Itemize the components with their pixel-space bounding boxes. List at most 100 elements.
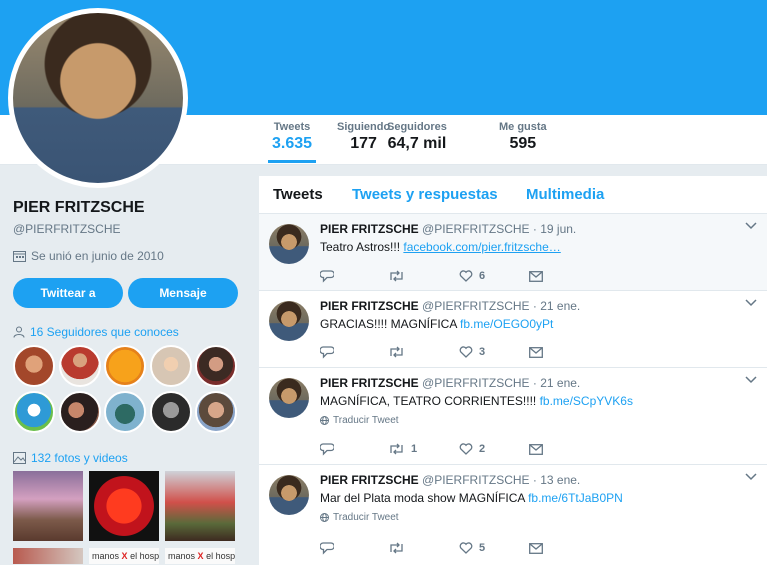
stat-following[interactable]: Siguiendo 177 [337, 121, 390, 153]
tweet-date[interactable]: · 13 ene. [533, 473, 580, 487]
tweet-avatar[interactable] [269, 224, 309, 264]
stat-tweets[interactable]: Tweets 3.635 [267, 121, 317, 163]
reply-icon [320, 442, 334, 456]
stat-label: Siguiendo [337, 121, 391, 133]
follower-avatar[interactable] [195, 391, 237, 433]
tab-tweets[interactable]: Tweets [273, 186, 323, 203]
message-button[interactable]: Mensaje [128, 278, 238, 308]
tweet-avatar[interactable] [269, 378, 309, 418]
tweet-body: GRACIAS!!!! MAGNÍFICA [320, 317, 461, 331]
like-button[interactable]: 2 [459, 443, 485, 455]
tweet-author-handle[interactable]: @PIERFRITZSCHE [422, 222, 530, 236]
tweet-author-name[interactable]: PIER FRITZSCHE [320, 299, 419, 313]
chevron-down-icon[interactable] [745, 473, 757, 481]
translate-tweet-label[interactable]: Traducir Tweet [333, 415, 399, 426]
tweet-author-name[interactable]: PIER FRITZSCHE [320, 222, 419, 236]
chevron-down-icon[interactable] [745, 299, 757, 307]
followers-you-know-link[interactable]: 16 Seguidores que conoces [30, 325, 179, 339]
retweet-button[interactable] [388, 346, 411, 358]
tab-tweets-and-replies[interactable]: Tweets y respuestas [352, 186, 498, 203]
like-button[interactable]: 3 [459, 346, 485, 358]
media-thumbnail[interactable] [13, 548, 83, 564]
follower-avatar[interactable] [104, 345, 146, 387]
tweet-link[interactable]: fb.me/6TtJaB0PN [528, 491, 623, 505]
followers-you-know[interactable]: 16 Seguidores que conoces [13, 325, 179, 339]
tweet-author-handle[interactable]: @PIERFRITZSCHE [422, 299, 530, 313]
tweet-author-handle[interactable]: @PIERFRITZSCHE [422, 376, 530, 390]
globe-icon [320, 416, 329, 425]
thumbnail-caption: el hosp [206, 551, 235, 561]
direct-message-button[interactable] [529, 443, 543, 455]
tweet-header: PIER FRITZSCHE @PIERFRITZSCHE · 21 ene. [320, 376, 580, 390]
chevron-down-icon[interactable] [745, 222, 757, 230]
follower-avatar[interactable] [104, 391, 146, 433]
tweet[interactable]: PIER FRITZSCHE @PIERFRITZSCHE · 19 jun. … [259, 214, 767, 291]
tweet-date[interactable]: · 21 ene. [533, 299, 580, 313]
retweet-button[interactable] [388, 542, 411, 554]
timeline-tabs: Tweets Tweets y respuestas Multimedia [259, 176, 767, 214]
media-thumbnail[interactable] [13, 471, 83, 541]
profile-handle[interactable]: @PIERFRITZSCHE [13, 222, 121, 236]
stat-followers[interactable]: Seguidores 64,7 mil [387, 121, 447, 153]
profile-avatar[interactable] [8, 8, 188, 188]
like-button[interactable]: 6 [459, 270, 485, 282]
reply-button[interactable] [320, 345, 334, 359]
tweet-text: MAGNÍFICA, TEATRO CORRIENTES!!!! fb.me/S… [320, 394, 633, 408]
profile-name[interactable]: PIER FRITZSCHE [13, 199, 145, 217]
tweet[interactable]: PIER FRITZSCHE @PIERFRITZSCHE · 21 ene. … [259, 368, 767, 465]
like-count: 3 [479, 346, 486, 358]
tweet-link[interactable]: fb.me/SCpYVK6s [540, 394, 633, 408]
tweet-link[interactable]: facebook.com/pier.fritzsche… [403, 240, 560, 254]
like-count: 6 [479, 270, 486, 282]
tweet-author-name[interactable]: PIER FRITZSCHE [320, 473, 419, 487]
media-thumbnail[interactable]: manos X el hosp [165, 548, 235, 564]
translate-tweet[interactable]: Traducir Tweet [320, 512, 399, 523]
stat-value: 64,7 mil [387, 135, 447, 152]
media-thumbnail[interactable]: manos X el hosp [89, 548, 159, 564]
like-button[interactable]: 5 [459, 542, 485, 554]
tweet-author-handle[interactable]: @PIERFRITZSCHE [422, 473, 530, 487]
follower-avatar[interactable] [13, 391, 55, 433]
translate-tweet-label[interactable]: Traducir Tweet [333, 512, 399, 523]
retweet-button[interactable] [388, 270, 411, 282]
media-thumbnail[interactable] [89, 471, 159, 541]
tweet[interactable]: PIER FRITZSCHE @PIERFRITZSCHE · 21 ene. … [259, 291, 767, 368]
reply-button[interactable] [320, 541, 334, 555]
tweet-author-name[interactable]: PIER FRITZSCHE [320, 376, 419, 390]
direct-message-button[interactable] [529, 542, 543, 554]
tweet[interactable]: PIER FRITZSCHE @PIERFRITZSCHE · 13 ene. … [259, 465, 767, 565]
envelope-icon [529, 346, 543, 358]
stat-likes[interactable]: Me gusta 595 [499, 121, 547, 153]
chevron-down-icon[interactable] [745, 376, 757, 384]
tweet-avatar[interactable] [269, 301, 309, 341]
follower-avatar[interactable] [150, 345, 192, 387]
person-icon [13, 326, 25, 338]
follower-avatar[interactable] [59, 391, 101, 433]
tweet-to-button[interactable]: Twittear a [13, 278, 123, 308]
tab-media[interactable]: Multimedia [526, 186, 604, 203]
follower-avatar[interactable] [59, 345, 101, 387]
retweet-icon [390, 346, 403, 358]
tweet-link[interactable]: fb.me/OEGO0yPt [460, 317, 553, 331]
follower-avatar[interactable] [13, 345, 55, 387]
photos-videos[interactable]: 132 fotos y videos [13, 451, 128, 465]
reply-button[interactable] [320, 442, 334, 456]
translate-tweet[interactable]: Traducir Tweet [320, 415, 399, 426]
like-count: 5 [479, 542, 486, 554]
follower-avatar[interactable] [150, 391, 192, 433]
heart-icon [459, 542, 473, 554]
tweet-avatar[interactable] [269, 475, 309, 515]
photos-videos-link[interactable]: 132 fotos y videos [31, 451, 128, 465]
tweet-date[interactable]: · 19 jun. [533, 222, 576, 236]
direct-message-button[interactable] [529, 270, 543, 282]
media-thumbnail[interactable] [165, 471, 235, 541]
stat-label: Me gusta [499, 121, 547, 133]
stat-value: 595 [509, 135, 537, 152]
tweet-text: Mar del Plata moda show MAGNÍFICA fb.me/… [320, 491, 623, 505]
direct-message-button[interactable] [529, 346, 543, 358]
retweet-button[interactable]: 1 [388, 443, 417, 455]
reply-button[interactable] [320, 269, 334, 283]
follower-avatar[interactable] [195, 345, 237, 387]
tweet-text: GRACIAS!!!! MAGNÍFICA fb.me/OEGO0yPt [320, 317, 553, 331]
tweet-date[interactable]: · 21 ene. [533, 376, 580, 390]
